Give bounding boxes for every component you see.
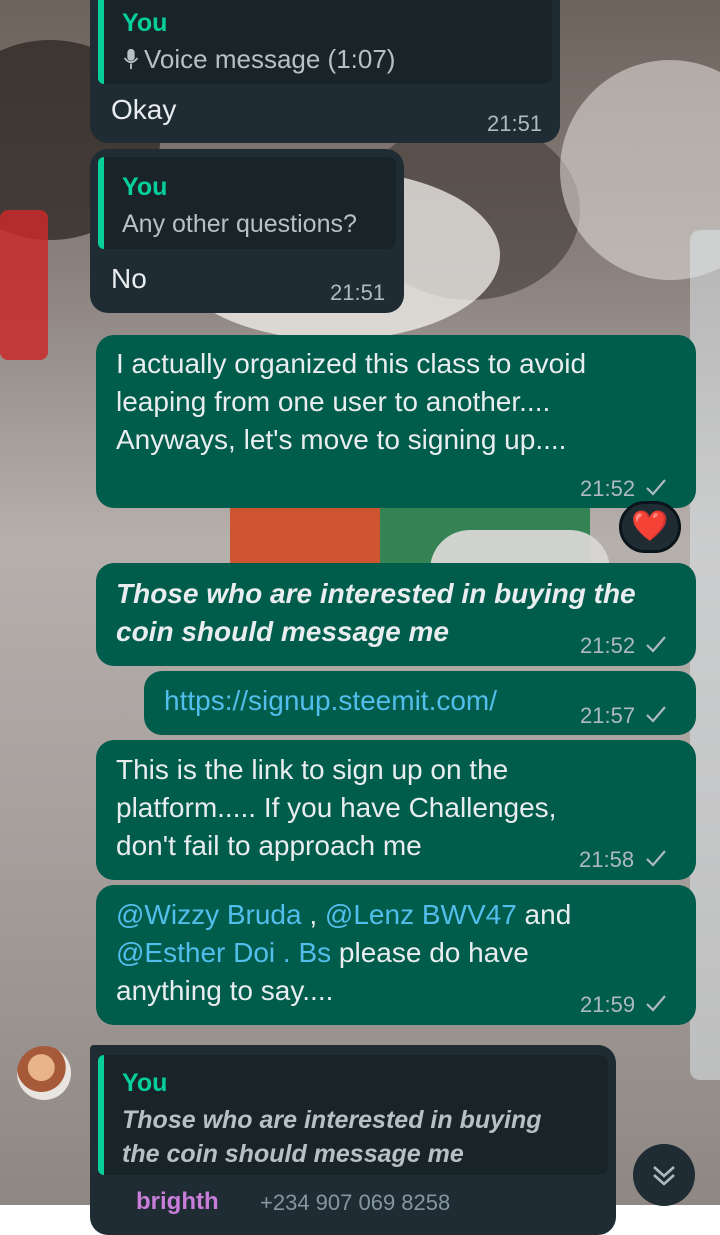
message-bubble[interactable]: You Voice message (1:07) Okay 21:51 [90, 0, 560, 143]
message-line: anything to say.... [116, 975, 334, 1006]
mention-wizzy-bruda[interactable]: @Wizzy Bruda [116, 899, 302, 930]
signup-link[interactable]: https://signup.steemit.com/ [164, 682, 497, 720]
quote-bar [98, 0, 104, 84]
sender-name: brighth [136, 1188, 219, 1215]
quoted-message[interactable]: You Those who are interested in buying t… [98, 1055, 608, 1175]
message-text: please do have [331, 937, 529, 968]
mention-esther-doi-bs[interactable]: @Esther Doi . Bs [116, 937, 331, 968]
message-time: 21:51 [487, 111, 543, 136]
mention-separator: , [301, 899, 325, 930]
quote-bar [98, 157, 104, 249]
quote-text-row: Voice message (1:07) [122, 44, 395, 75]
sent-check-icon [646, 706, 666, 723]
message-bubble[interactable]: You Those who are interested in buying t… [90, 1045, 616, 1235]
message-text: and [516, 899, 572, 930]
quote-author: You [122, 9, 168, 37]
message-time: 21:52 [580, 476, 636, 501]
message-bubble[interactable]: I actually organized this class to avoid… [96, 335, 696, 508]
sent-check-icon [646, 850, 666, 867]
message-time: 21:58 [579, 847, 635, 872]
quoted-message[interactable]: You Any other questions? [98, 157, 396, 249]
message-line: don't fail to approach me [116, 830, 422, 861]
message-line: coin should message me [116, 616, 449, 647]
quote-author: You [122, 1069, 168, 1097]
quote-text: Voice message (1:07) [144, 44, 396, 74]
message-bubble[interactable]: This is the link to sign up on the platf… [96, 740, 696, 880]
message-time: 21:51 [330, 280, 386, 305]
message-line: Those who are interested in buying the [116, 578, 636, 609]
mention-lenz-bwv47[interactable]: @Lenz BWV47 [325, 899, 517, 930]
message-line: @Esther Doi . Bs please do have [116, 934, 529, 972]
message-text: Okay [111, 94, 177, 125]
quote-author: You [122, 173, 168, 201]
message-line: This is the link to sign up on the [116, 754, 509, 785]
message-time: 21:52 [580, 633, 636, 658]
message-line: leaping from one user to another.... [116, 386, 551, 417]
sender-phone: +234 907 069 8258 [260, 1190, 451, 1215]
sent-check-icon [646, 636, 666, 653]
message-time: 21:57 [580, 703, 636, 728]
message-line: @Wizzy Bruda , @Lenz BWV47 and [116, 896, 571, 934]
quote-text: Any other questions? [122, 210, 357, 238]
sent-check-icon [646, 479, 666, 496]
message-bubble[interactable]: You Any other questions? No 21:51 [90, 149, 404, 313]
scroll-to-bottom-button[interactable] [633, 1144, 695, 1206]
reaction-badge[interactable]: ❤️ [619, 501, 681, 553]
message-bubble[interactable]: Those who are interested in buying the c… [96, 563, 696, 666]
message-time: 21:59 [580, 992, 636, 1017]
quote-bar [98, 1055, 104, 1175]
message-line: Anyways, let's move to signing up.... [116, 424, 567, 455]
heart-reaction-icon: ❤️ [631, 510, 669, 543]
double-chevron-down-icon [653, 1166, 675, 1186]
message-bubble[interactable]: https://signup.steemit.com/ 21:57 [144, 671, 696, 735]
quote-line: Those who are interested in buying [122, 1106, 542, 1134]
message-text: No [111, 263, 147, 294]
sender-avatar[interactable] [17, 1046, 71, 1100]
quoted-message[interactable]: You Voice message (1:07) [98, 0, 552, 84]
mic-icon [123, 48, 139, 70]
message-line: platform..... If you have Challenges, [116, 792, 557, 823]
sent-check-icon [646, 995, 666, 1012]
message-line: I actually organized this class to avoid [116, 348, 587, 379]
message-bubble[interactable]: @Wizzy Bruda , @Lenz BWV47 and @Esther D… [96, 885, 696, 1025]
quote-line: the coin should message me [122, 1140, 464, 1168]
